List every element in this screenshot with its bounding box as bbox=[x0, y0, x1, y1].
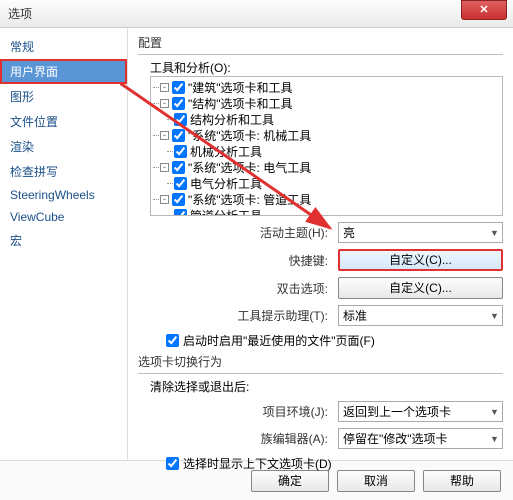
close-button[interactable]: ✕ bbox=[461, 0, 507, 20]
tooltip-label: 工具提示助理(T): bbox=[138, 307, 338, 324]
shortcut-customize-button[interactable]: 自定义(C)... bbox=[338, 249, 503, 271]
tree-check[interactable] bbox=[174, 177, 187, 190]
dblclick-customize-button[interactable]: 自定义(C)... bbox=[338, 277, 503, 299]
expand-icon[interactable]: - bbox=[160, 99, 169, 108]
tree-item: 电气分析工具 bbox=[190, 175, 262, 192]
sidebar-item-general[interactable]: 常规 bbox=[0, 34, 127, 59]
chevron-down-icon: ▼ bbox=[487, 228, 502, 238]
family-editor-select[interactable]: 停留在"修改"选项卡▼ bbox=[338, 428, 503, 449]
tabswitch-group-label: 选项卡切换行为 bbox=[138, 353, 503, 370]
expand-icon[interactable]: - bbox=[160, 83, 169, 92]
sidebar-item-render[interactable]: 渲染 bbox=[0, 134, 127, 159]
sidebar-item-viewcube[interactable]: ViewCube bbox=[0, 206, 127, 228]
divider bbox=[138, 373, 503, 374]
tree-check[interactable] bbox=[174, 113, 187, 126]
tree-check[interactable] bbox=[172, 81, 185, 94]
cancel-button[interactable]: 取消 bbox=[337, 470, 415, 492]
sidebar: 常规 用户界面 图形 文件位置 渲染 检查拼写 SteeringWheels V… bbox=[0, 28, 128, 460]
tree-item: 管道分析工具 bbox=[190, 207, 262, 217]
sidebar-item-ui[interactable]: 用户界面 bbox=[0, 59, 127, 84]
tree-item: "系统"选项卡: 机械工具 bbox=[188, 127, 311, 144]
context-tab-check[interactable] bbox=[166, 457, 179, 470]
tree-item: "系统"选项卡: 电气工具 bbox=[188, 159, 311, 176]
content-pane: 配置 工具和分析(O): - "建筑"选项卡和工具 - "结构"选项卡和工具 结构分… bbox=[128, 28, 513, 460]
tree-item: "结构"选项卡和工具 bbox=[188, 95, 293, 112]
tree-check[interactable] bbox=[172, 129, 185, 142]
tools-label: 工具和分析(O): bbox=[150, 59, 503, 76]
expand-icon[interactable]: - bbox=[160, 195, 169, 204]
theme-label: 活动主题(H): bbox=[138, 224, 338, 241]
tree-item: 机械分析工具 bbox=[190, 143, 262, 160]
tools-tree[interactable]: - "建筑"选项卡和工具 - "结构"选项卡和工具 结构分析和工具 - "系统"选项卡… bbox=[150, 76, 503, 216]
context-tab-label: 选择时显示上下文选项卡(D) bbox=[183, 455, 332, 472]
tree-item: 结构分析和工具 bbox=[190, 111, 274, 128]
divider bbox=[138, 54, 503, 55]
expand-icon[interactable]: - bbox=[160, 163, 169, 172]
shortcut-label: 快捷键: bbox=[138, 252, 338, 269]
tree-check[interactable] bbox=[174, 209, 187, 217]
chevron-down-icon: ▼ bbox=[487, 434, 502, 444]
family-editor-label: 族编辑器(A): bbox=[138, 430, 338, 447]
tree-check[interactable] bbox=[172, 97, 185, 110]
sidebar-item-filelocations[interactable]: 文件位置 bbox=[0, 109, 127, 134]
titlebar: 选项 ✕ bbox=[0, 0, 513, 28]
tree-item: "系统"选项卡: 管道工具 bbox=[188, 191, 311, 208]
tooltip-select[interactable]: 标准▼ bbox=[338, 305, 503, 326]
sidebar-item-graphics[interactable]: 图形 bbox=[0, 84, 127, 109]
window-title: 选项 bbox=[8, 5, 32, 22]
tree-item: "建筑"选项卡和工具 bbox=[188, 79, 293, 96]
chevron-down-icon: ▼ bbox=[487, 407, 502, 417]
close-icon: ✕ bbox=[479, 3, 488, 16]
project-env-label: 项目环境(J): bbox=[138, 403, 338, 420]
sidebar-item-spellcheck[interactable]: 检查拼写 bbox=[0, 159, 127, 184]
help-button[interactable]: 帮助 bbox=[423, 470, 501, 492]
project-env-select[interactable]: 返回到上一个选项卡▼ bbox=[338, 401, 503, 422]
chevron-down-icon: ▼ bbox=[487, 311, 502, 321]
theme-select[interactable]: 亮▼ bbox=[338, 222, 503, 243]
sidebar-item-steeringwheels[interactable]: SteeringWheels bbox=[0, 184, 127, 206]
tree-check[interactable] bbox=[174, 145, 187, 158]
startup-recent-check[interactable] bbox=[166, 334, 179, 347]
config-group-label: 配置 bbox=[138, 34, 503, 51]
sidebar-item-macro[interactable]: 宏 bbox=[0, 228, 127, 253]
expand-icon[interactable]: - bbox=[160, 131, 169, 140]
startup-recent-label: 启动时启用"最近使用的文件"页面(F) bbox=[183, 332, 375, 349]
ok-button[interactable]: 确定 bbox=[251, 470, 329, 492]
tree-check[interactable] bbox=[172, 161, 185, 174]
tree-check[interactable] bbox=[172, 193, 185, 206]
dblclick-label: 双击选项: bbox=[138, 280, 338, 297]
after-label: 清除选择或退出后: bbox=[150, 378, 503, 395]
